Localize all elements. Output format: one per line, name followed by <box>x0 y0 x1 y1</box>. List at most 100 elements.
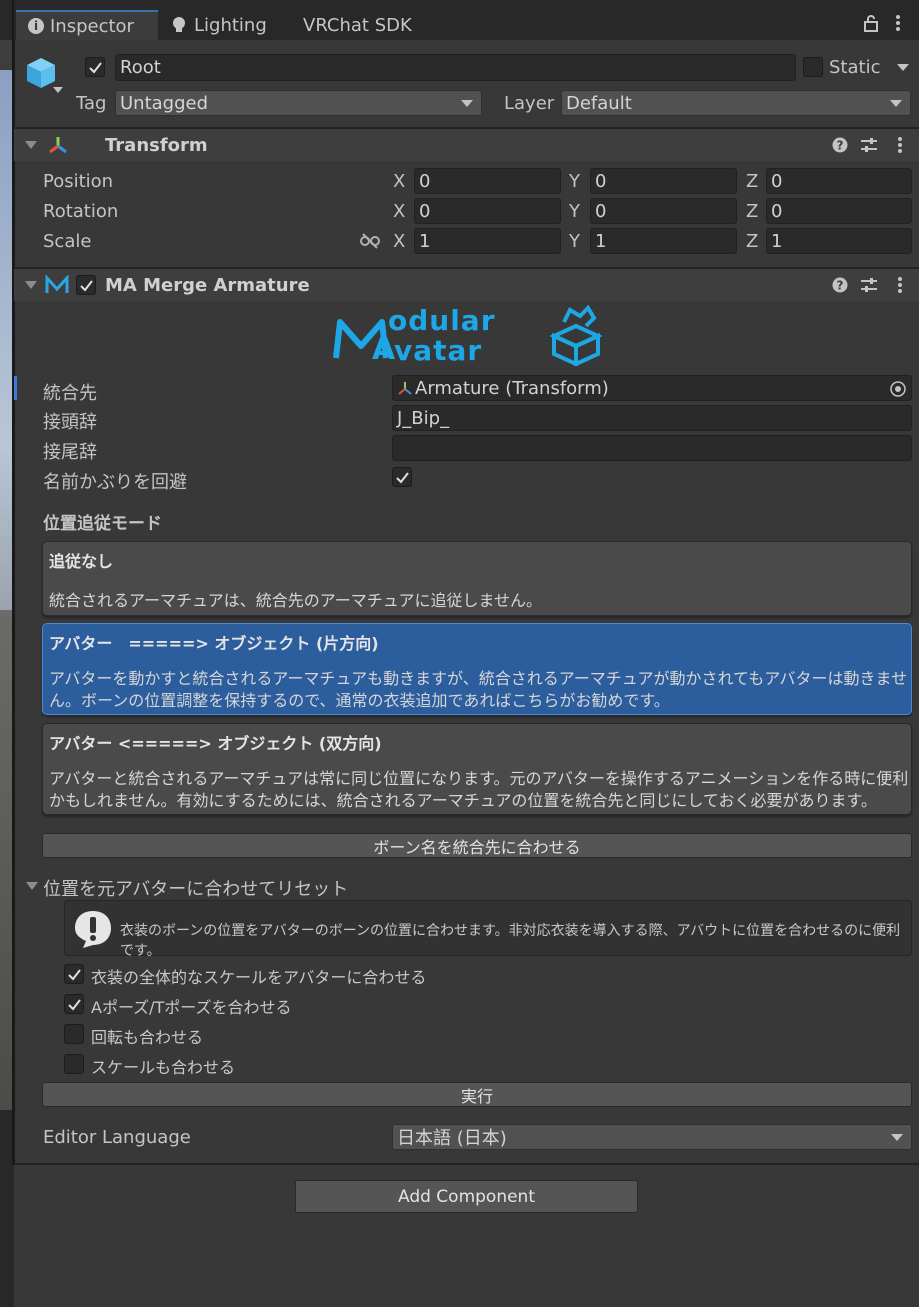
field-focus-indicator <box>14 376 17 400</box>
tab-vrchat-sdk[interactable]: VRChat SDK <box>303 10 412 40</box>
tag-label: Tag <box>76 93 107 114</box>
rotation-y-field[interactable]: 0 <box>590 198 737 224</box>
avoid-name-collision-label: 名前かぶりを回避 <box>43 472 187 493</box>
tab-inspector[interactable]: i Inspector <box>16 10 158 40</box>
axis-z-label[interactable]: Z <box>746 171 758 192</box>
target-object-field[interactable]: Armature (Transform) <box>392 375 912 401</box>
rotation-x-field[interactable]: 0 <box>414 198 561 224</box>
tag-value: Untagged <box>120 92 209 114</box>
kebab-menu-icon[interactable] <box>895 14 901 32</box>
svg-text:?: ? <box>837 139 844 153</box>
run-button[interactable]: 実行 <box>42 1082 912 1107</box>
layer-label: Layer <box>504 93 555 114</box>
editor-language-dropdown[interactable]: 日本語 (日本) <box>392 1124 912 1150</box>
preset-icon[interactable] <box>860 277 878 293</box>
target-label: 統合先 <box>43 383 97 404</box>
prefix-field[interactable]: J_Bip_ <box>392 405 912 431</box>
editor-language-label: Editor Language <box>43 1127 191 1148</box>
tab-lighting[interactable]: Lighting <box>172 10 267 40</box>
reset-foldout[interactable]: 位置を元アバターに合わせてリセット <box>24 874 524 900</box>
option-label: Aポーズ/Tポーズを合わせる <box>91 998 292 1017</box>
foldout-arrow-icon[interactable] <box>25 281 37 289</box>
axis-y-label[interactable]: Y <box>569 171 580 192</box>
option-checkbox-pose-match[interactable] <box>64 994 84 1014</box>
mode-title: アバター <=====> オブジェクト (双方向) <box>49 734 382 753</box>
merge-armature-title: MA Merge Armature <box>105 275 310 296</box>
mode-description: アバターと統合されるアーマチュアは常に同じ位置になります。元のアバターを操作する… <box>49 769 909 810</box>
option-label: 回転も合わせる <box>91 1028 204 1047</box>
transform-title: Transform <box>105 135 208 156</box>
mode-option-one-way[interactable]: アバター =====> オブジェクト (片方向) アバターを動かすと統合されるア… <box>42 623 912 715</box>
axis-z-label[interactable]: Z <box>746 201 758 222</box>
tab-bar: i Inspector Lighting VRChat SDK <box>14 0 919 40</box>
suffix-field[interactable] <box>392 435 912 461</box>
match-bone-names-button[interactable]: ボーン名を統合先に合わせる <box>42 833 912 858</box>
check-icon <box>67 998 81 1011</box>
option-checkbox-rotation[interactable] <box>64 1024 84 1044</box>
static-label: Static <box>829 57 881 78</box>
modular-avatar-icon <box>45 275 69 293</box>
scale-y-field[interactable]: 1 <box>590 228 737 254</box>
unlinked-scale-icon[interactable] <box>360 233 380 249</box>
scale-z-field[interactable]: 1 <box>766 228 912 254</box>
static-checkbox[interactable] <box>803 57 823 77</box>
scale-x-field[interactable]: 1 <box>414 228 561 254</box>
option-checkbox-scale-match[interactable] <box>64 964 84 984</box>
logo-line1: odular <box>388 304 496 337</box>
merge-armature-header[interactable]: MA Merge Armature ? <box>14 269 919 301</box>
position-y-field[interactable]: 0 <box>590 168 737 194</box>
mode-description: 統合されるアーマチュアは、統合先のアーマチュアに追従しません。 <box>49 591 542 610</box>
warning-icon <box>75 911 111 948</box>
info-icon: i <box>28 18 44 34</box>
layer-dropdown[interactable]: Default <box>561 90 911 116</box>
axis-y-label[interactable]: Y <box>569 201 580 222</box>
layer-value: Default <box>566 92 632 114</box>
icon-dropdown-arrow[interactable] <box>53 87 63 93</box>
avoid-name-collision-checkbox[interactable] <box>392 467 412 487</box>
modular-avatar-logo: odular A vatar <box>332 302 602 368</box>
object-picker-icon[interactable] <box>889 380 907 398</box>
tab-inspector-label: Inspector <box>50 15 134 37</box>
transform-header[interactable]: Transform ? <box>14 129 919 161</box>
axis-x-label[interactable]: X <box>393 201 405 222</box>
position-x-field[interactable]: 0 <box>414 168 561 194</box>
reset-foldout-label: 位置を元アバターに合わせてリセット <box>43 879 349 900</box>
foldout-arrow-icon[interactable] <box>25 141 37 149</box>
mode-heading: 位置追従モード <box>43 514 162 534</box>
static-dropdown-arrow[interactable] <box>897 64 909 71</box>
rotation-z-field[interactable]: 0 <box>766 198 912 224</box>
scale-label: Scale <box>43 231 92 252</box>
tag-dropdown[interactable]: Untagged <box>115 90 482 116</box>
active-checkbox[interactable] <box>85 57 105 77</box>
axis-z-label[interactable]: Z <box>746 231 758 252</box>
help-text: 衣装のボーンの位置をアバターのボーンの位置に合わせます。非対応衣装を導入する際、… <box>120 923 901 959</box>
kebab-menu-icon[interactable] <box>897 136 903 154</box>
option-label: 衣装の全体的なスケールをアバターに合わせる <box>91 968 427 987</box>
mode-title: アバター =====> オブジェクト (片方向) <box>49 634 379 653</box>
help-icon[interactable]: ? <box>832 277 848 293</box>
merge-armature-enabled-checkbox[interactable] <box>76 275 96 295</box>
axis-x-label[interactable]: X <box>393 171 405 192</box>
option-checkbox-scale[interactable] <box>64 1054 84 1074</box>
axis-x-label[interactable]: X <box>393 231 405 252</box>
check-icon <box>79 279 93 292</box>
editor-language-value: 日本語 (日本) <box>397 1128 507 1149</box>
help-icon[interactable]: ? <box>832 137 848 153</box>
position-z-field[interactable]: 0 <box>766 168 912 194</box>
preset-icon[interactable] <box>860 137 878 153</box>
tab-lighting-label: Lighting <box>194 14 267 36</box>
object-name-field[interactable]: Root <box>115 54 796 81</box>
check-icon <box>88 61 102 74</box>
lock-icon[interactable] <box>863 14 879 32</box>
add-component-button[interactable]: Add Component <box>295 1180 638 1213</box>
foldout-arrow-icon[interactable] <box>26 882 38 890</box>
transform-icon <box>49 137 67 154</box>
mode-title: 追従なし <box>49 552 114 571</box>
logo-a-icon: A <box>372 332 396 367</box>
check-icon <box>395 471 409 484</box>
mode-option-none[interactable]: 追従なし 統合されるアーマチュアは、統合先のアーマチュアに追従しません。 <box>42 541 912 616</box>
axis-y-label[interactable]: Y <box>569 231 580 252</box>
info-help-box: 衣装のボーンの位置をアバターのボーンの位置に合わせます。非対応衣装を導入する際、… <box>64 900 912 959</box>
kebab-menu-icon[interactable] <box>897 276 903 294</box>
mode-option-two-way[interactable]: アバター <=====> オブジェクト (双方向) アバターと統合されるアーマチ… <box>42 723 912 815</box>
